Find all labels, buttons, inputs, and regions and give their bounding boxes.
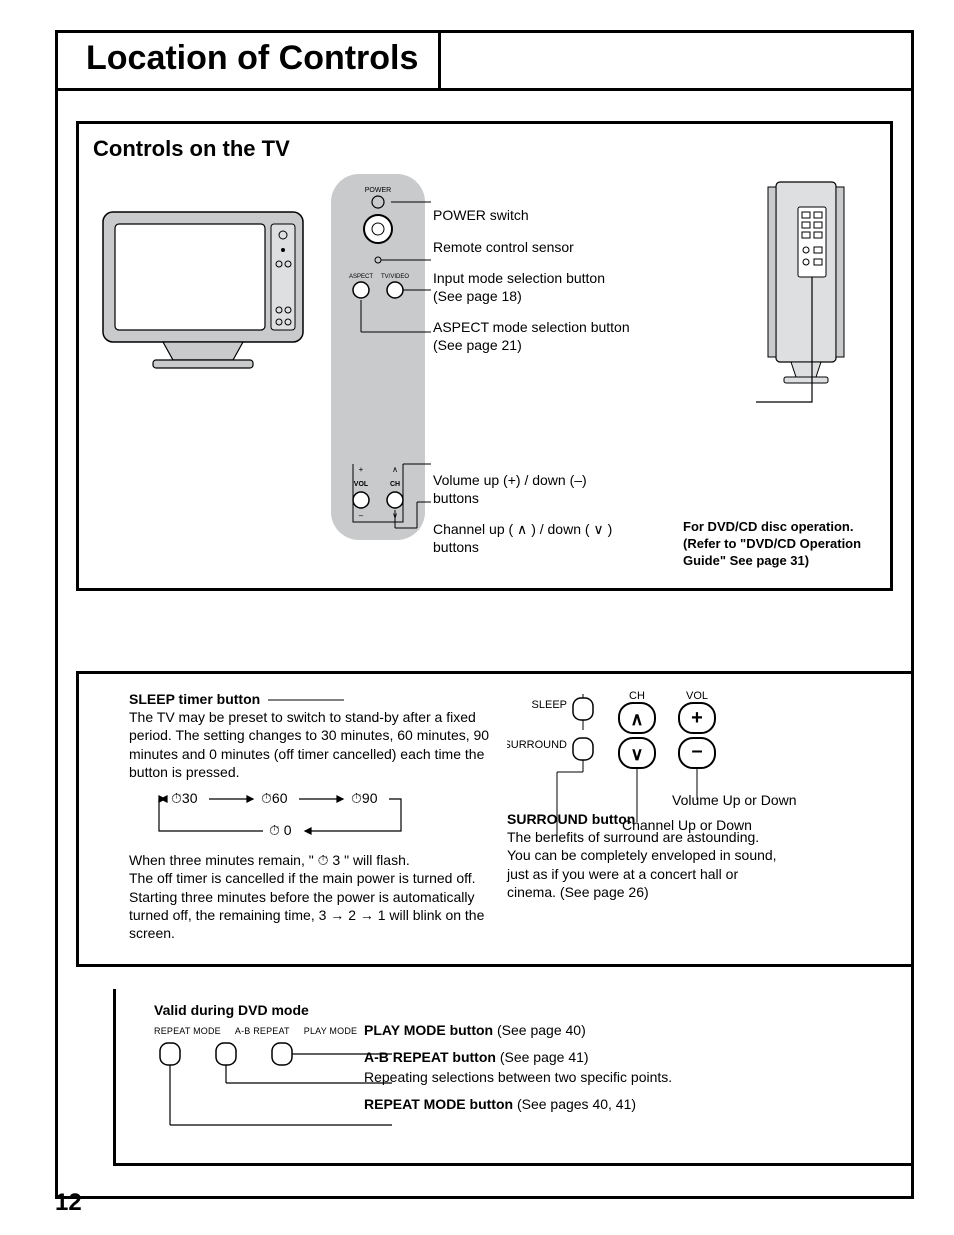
controls-on-tv-panel: Controls on the TV bbox=[76, 121, 893, 591]
label-input-mode: Input mode selection button (See page 18… bbox=[433, 270, 633, 305]
page-number: 12 bbox=[55, 1189, 82, 1217]
dvd-buttons-diagram bbox=[154, 1039, 394, 1139]
svg-text:Volume Up or Down: Volume Up or Down bbox=[672, 792, 797, 808]
svg-text:CH: CH bbox=[629, 690, 645, 702]
page-title: Location of Controls bbox=[86, 39, 418, 78]
label-channel-buttons: Channel up ( ∧ ) / down ( ∨ ) buttons bbox=[433, 521, 633, 556]
label-remote-sensor: Remote control sensor bbox=[433, 239, 633, 257]
label-volume-buttons: Volume up (+) / down (–) buttons bbox=[433, 472, 633, 507]
sleep-desc-2: When three minutes remain, " ⏱ 3 " will … bbox=[129, 851, 499, 869]
svg-text:Channel Up or Down: Channel Up or Down bbox=[622, 817, 752, 833]
repeat-mode-desc: REPEAT MODE button (See pages 40, 41) bbox=[364, 1095, 901, 1115]
play-mode-desc: PLAY MODE button (See page 40) bbox=[364, 1021, 901, 1041]
svg-text:CH: CH bbox=[390, 481, 400, 488]
label-repeat-mode: REPEAT MODE bbox=[154, 1025, 221, 1038]
svg-text:SURROUND: SURROUND bbox=[507, 739, 567, 751]
svg-text:SLEEP: SLEEP bbox=[532, 699, 567, 711]
label-aspect-mode: ASPECT mode selection button (See page 2… bbox=[433, 319, 633, 354]
tv-side-illustration bbox=[706, 172, 886, 432]
remote-buttons-diagram: SLEEP SURROUND CH ∧ ∨ VOL bbox=[507, 690, 893, 810]
label-ab-repeat: A-B REPEAT bbox=[235, 1025, 290, 1038]
tv-front-illustration bbox=[93, 172, 323, 570]
dvd-mode-panel: Valid during DVD mode REPEAT MODE A-B RE… bbox=[113, 989, 911, 1166]
ab-repeat-desc: A-B REPEAT button (See page 41)Repeating… bbox=[364, 1048, 901, 1087]
sleep-desc-3: The off timer is cancelled if the main p… bbox=[129, 869, 499, 887]
remote-functions-panel: SLEEP timer button The TV may be preset … bbox=[76, 671, 911, 967]
svg-text:+: + bbox=[359, 465, 364, 474]
svg-text:ASPECT: ASPECT bbox=[349, 274, 373, 280]
controls-on-tv-heading: Controls on the TV bbox=[93, 136, 876, 162]
svg-text:∨: ∨ bbox=[630, 744, 643, 764]
svg-text:+: + bbox=[691, 707, 703, 729]
svg-text:∧: ∧ bbox=[392, 465, 398, 474]
dvd-mode-heading: Valid during DVD mode bbox=[154, 1001, 901, 1021]
svg-text:VOL: VOL bbox=[354, 481, 369, 488]
sleep-desc-1: The TV may be preset to switch to stand-… bbox=[129, 708, 499, 781]
tv-control-panel-closeup: POWER ASPECT TV/VIDEO + bbox=[323, 172, 433, 570]
svg-text:⏱30: ⏱30 bbox=[171, 790, 198, 806]
svg-text:⏱ 0: ⏱ 0 bbox=[269, 822, 292, 838]
sleep-heading: SLEEP timer button bbox=[129, 691, 260, 707]
svg-text:TV/VIDEO: TV/VIDEO bbox=[381, 274, 409, 280]
svg-text:∧: ∧ bbox=[630, 709, 643, 729]
sleep-timer-diagram: ⏱30 ⏱60 ⏱90 ⏱ 0 bbox=[129, 787, 499, 847]
svg-text:–: – bbox=[359, 511, 364, 520]
dvd-cd-note: For DVD/CD disc operation. (Refer to "DV… bbox=[683, 519, 876, 570]
svg-text:VOL: VOL bbox=[686, 690, 708, 702]
label-power-switch: POWER switch bbox=[433, 207, 633, 225]
svg-text:–: – bbox=[691, 740, 702, 762]
label-play-mode: PLAY MODE bbox=[304, 1025, 357, 1038]
sleep-desc-4: Starting three minutes before the power … bbox=[129, 888, 499, 943]
svg-text:⏱60: ⏱60 bbox=[261, 790, 288, 806]
panel-power-label: POWER bbox=[365, 187, 391, 194]
svg-text:⏱90: ⏱90 bbox=[351, 790, 378, 806]
